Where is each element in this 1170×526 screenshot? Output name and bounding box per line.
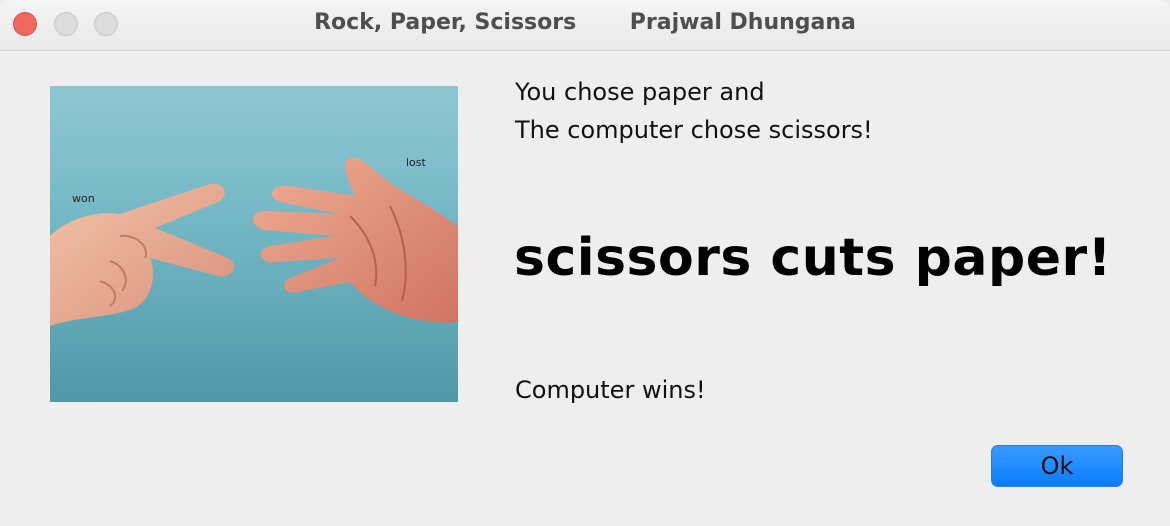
window-title: Rock, Paper, Scissors Prajwal Dhungana [314,10,856,35]
outcome-headline: scissors cuts paper! [514,228,1112,288]
result-text: Computer wins! [515,376,706,404]
dialog-window: Rock, Paper, Scissors Prajwal Dhungana w… [0,0,1170,526]
won-label: won [72,192,95,205]
hands-photo: won lost [50,86,458,402]
title-bar[interactable]: Rock, Paper, Scissors Prajwal Dhungana [0,0,1170,51]
lost-label: lost [406,156,427,169]
choice-message-line1: You chose paper and [515,78,765,106]
choice-message-line2: The computer chose scissors! [515,116,873,144]
ok-button[interactable]: Ok [991,445,1123,487]
